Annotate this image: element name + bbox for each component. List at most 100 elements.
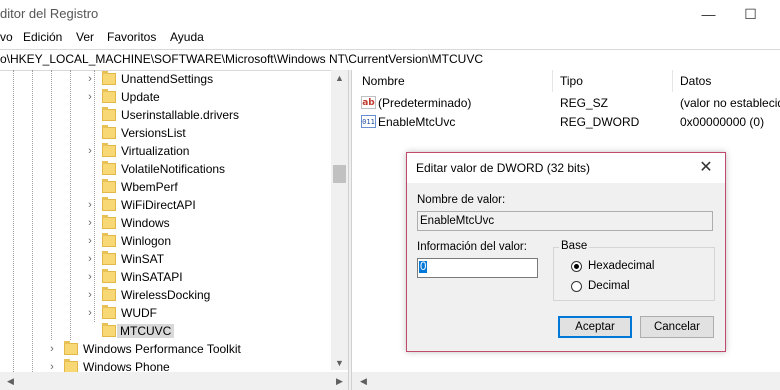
address-path[interactable]: o\HKEY_LOCAL_MACHINE\SOFTWARE\Microsoft\… <box>0 52 483 66</box>
tree-item[interactable]: WbemPerf <box>0 178 330 196</box>
window-title: ditor del Registro <box>0 6 99 21</box>
folder-icon <box>102 323 116 337</box>
chevron-right-icon[interactable]: › <box>47 340 57 358</box>
chevron-right-icon[interactable]: › <box>85 232 95 250</box>
value-data-label: Información del valor: <box>417 241 527 253</box>
scroll-right-arrow[interactable]: ▶ <box>331 373 348 389</box>
menu-ayuda[interactable]: Ayuda <box>170 30 204 44</box>
tree-vertical-scrollbar[interactable] <box>331 70 348 370</box>
tree-item[interactable]: › WinSAT <box>0 250 330 268</box>
value-type: REG_DWORD <box>560 115 640 129</box>
list-header: Nombre Tipo Datos <box>352 70 780 92</box>
tree-item[interactable]: › Update <box>0 88 330 106</box>
folder-icon <box>102 269 116 283</box>
tree-item-label: WinSATAPI <box>121 270 183 284</box>
tree-item[interactable]: VersionsList <box>0 124 330 142</box>
registry-tree[interactable]: › UnattendSettings › Update Userinstallable.… <box>0 70 348 390</box>
value-data-input[interactable]: 0 <box>417 258 538 278</box>
menu-ver[interactable]: Ver <box>76 30 94 44</box>
minimize-button[interactable]: — <box>686 0 731 28</box>
base-label: Base <box>559 240 590 252</box>
tree-item-label: UnattendSettings <box>121 72 214 86</box>
column-datos[interactable]: Datos <box>680 74 711 88</box>
column-tipo[interactable]: Tipo <box>560 74 583 88</box>
tree-item-label: Winlogon <box>121 234 172 248</box>
tree-item[interactable]: MTCUVC <box>0 322 330 340</box>
menu-archivo[interactable]: vo <box>0 30 13 44</box>
decimal-label[interactable]: Decimal <box>588 280 630 292</box>
list-horizontal-scrollbar[interactable] <box>352 372 780 390</box>
tree-item-label: Virtualization <box>121 144 190 158</box>
tree-item[interactable]: › UnattendSettings <box>0 70 330 88</box>
folder-icon <box>64 341 78 355</box>
tree-item-label: WbemPerf <box>121 180 178 194</box>
tree-item[interactable]: › WUDF <box>0 304 330 322</box>
hexadecimal-radio[interactable] <box>571 261 582 272</box>
value-name-label: Nombre de valor: <box>417 194 506 206</box>
tree-scroll-thumb[interactable] <box>333 165 346 183</box>
decimal-radio[interactable] <box>571 281 582 292</box>
cancel-button[interactable]: Cancelar <box>640 316 714 338</box>
title-bar <box>0 0 780 28</box>
edit-dword-dialog: Editar valor de DWORD (32 bits) ✕ Nombre… <box>406 152 726 352</box>
tree-item-label: WUDF <box>121 306 157 320</box>
tree-item[interactable]: VolatileNotifications <box>0 160 330 178</box>
list-row[interactable]: 011 EnableMtcUvc REG_DWORD 0x00000000 (0… <box>352 113 780 131</box>
chevron-right-icon[interactable]: › <box>85 196 95 214</box>
tree-item-label: VolatileNotifications <box>121 162 226 176</box>
chevron-right-icon[interactable]: › <box>85 214 95 232</box>
tree-item[interactable]: › Windows <box>0 214 330 232</box>
list-row[interactable]: ab (Predeterminado) REG_SZ (valor no est… <box>352 94 780 112</box>
tree-item-label: Windows Performance Toolkit <box>83 342 241 356</box>
value-data: 0x00000000 (0) <box>680 115 765 129</box>
folder-icon <box>102 197 116 211</box>
scroll-down-arrow[interactable]: ▼ <box>331 355 348 371</box>
folder-icon <box>102 215 116 229</box>
chevron-right-icon[interactable]: › <box>85 304 95 322</box>
menu-edicion[interactable]: Edición <box>23 30 62 44</box>
column-divider[interactable] <box>552 70 553 92</box>
base-group <box>553 247 715 301</box>
ok-button[interactable]: Aceptar <box>558 316 632 338</box>
scroll-up-arrow[interactable]: ▲ <box>331 70 348 86</box>
chevron-right-icon[interactable]: › <box>85 286 95 304</box>
folder-icon <box>102 287 116 301</box>
tree-item-label: MTCUVC <box>117 324 175 338</box>
value-data: (valor no establecido) <box>680 96 780 110</box>
radio-selected-dot <box>574 264 579 269</box>
folder-icon <box>102 71 116 85</box>
binary-value-icon: 011 <box>361 115 376 128</box>
tree-item[interactable]: › Windows Performance Toolkit <box>0 340 330 358</box>
tree-item[interactable]: › WirelessDocking <box>0 286 330 304</box>
tree-horizontal-scrollbar[interactable] <box>0 372 348 390</box>
chevron-right-icon[interactable]: › <box>85 70 95 88</box>
value-name-field: EnableMtcUvc <box>417 211 713 231</box>
scroll-left-arrow[interactable]: ◀ <box>355 373 372 389</box>
tree-item[interactable]: › Winlogon <box>0 232 330 250</box>
tree-item[interactable]: › WiFiDirectAPI <box>0 196 330 214</box>
folder-icon <box>102 305 116 319</box>
chevron-right-icon[interactable]: › <box>85 142 95 160</box>
tree-item-label: WirelessDocking <box>121 288 211 302</box>
column-divider[interactable] <box>672 70 673 92</box>
close-icon[interactable]: ✕ <box>693 156 719 180</box>
chevron-right-icon[interactable]: › <box>85 268 95 286</box>
folder-icon <box>102 89 116 103</box>
tree-item-label: Update <box>121 90 160 104</box>
column-nombre[interactable]: Nombre <box>362 74 405 88</box>
scroll-left-arrow[interactable]: ◀ <box>2 373 19 389</box>
dialog-title: Editar valor de DWORD (32 bits) <box>416 161 591 175</box>
tree-item[interactable]: Userinstallable.drivers <box>0 106 330 124</box>
tree-item[interactable]: › Virtualization <box>0 142 330 160</box>
maximize-button[interactable]: ☐ <box>728 0 773 28</box>
chevron-right-icon[interactable]: › <box>85 88 95 106</box>
tree-item-label: VersionsList <box>121 126 186 140</box>
folder-icon <box>102 125 116 139</box>
folder-icon <box>102 107 116 121</box>
tree-item[interactable]: › WinSATAPI <box>0 268 330 286</box>
value-name: (Predeterminado) <box>378 96 472 110</box>
chevron-right-icon[interactable]: › <box>85 250 95 268</box>
menu-favoritos[interactable]: Favoritos <box>107 30 156 44</box>
tree-item-label: WinSAT <box>121 252 165 266</box>
hexadecimal-label[interactable]: Hexadecimal <box>588 260 654 272</box>
